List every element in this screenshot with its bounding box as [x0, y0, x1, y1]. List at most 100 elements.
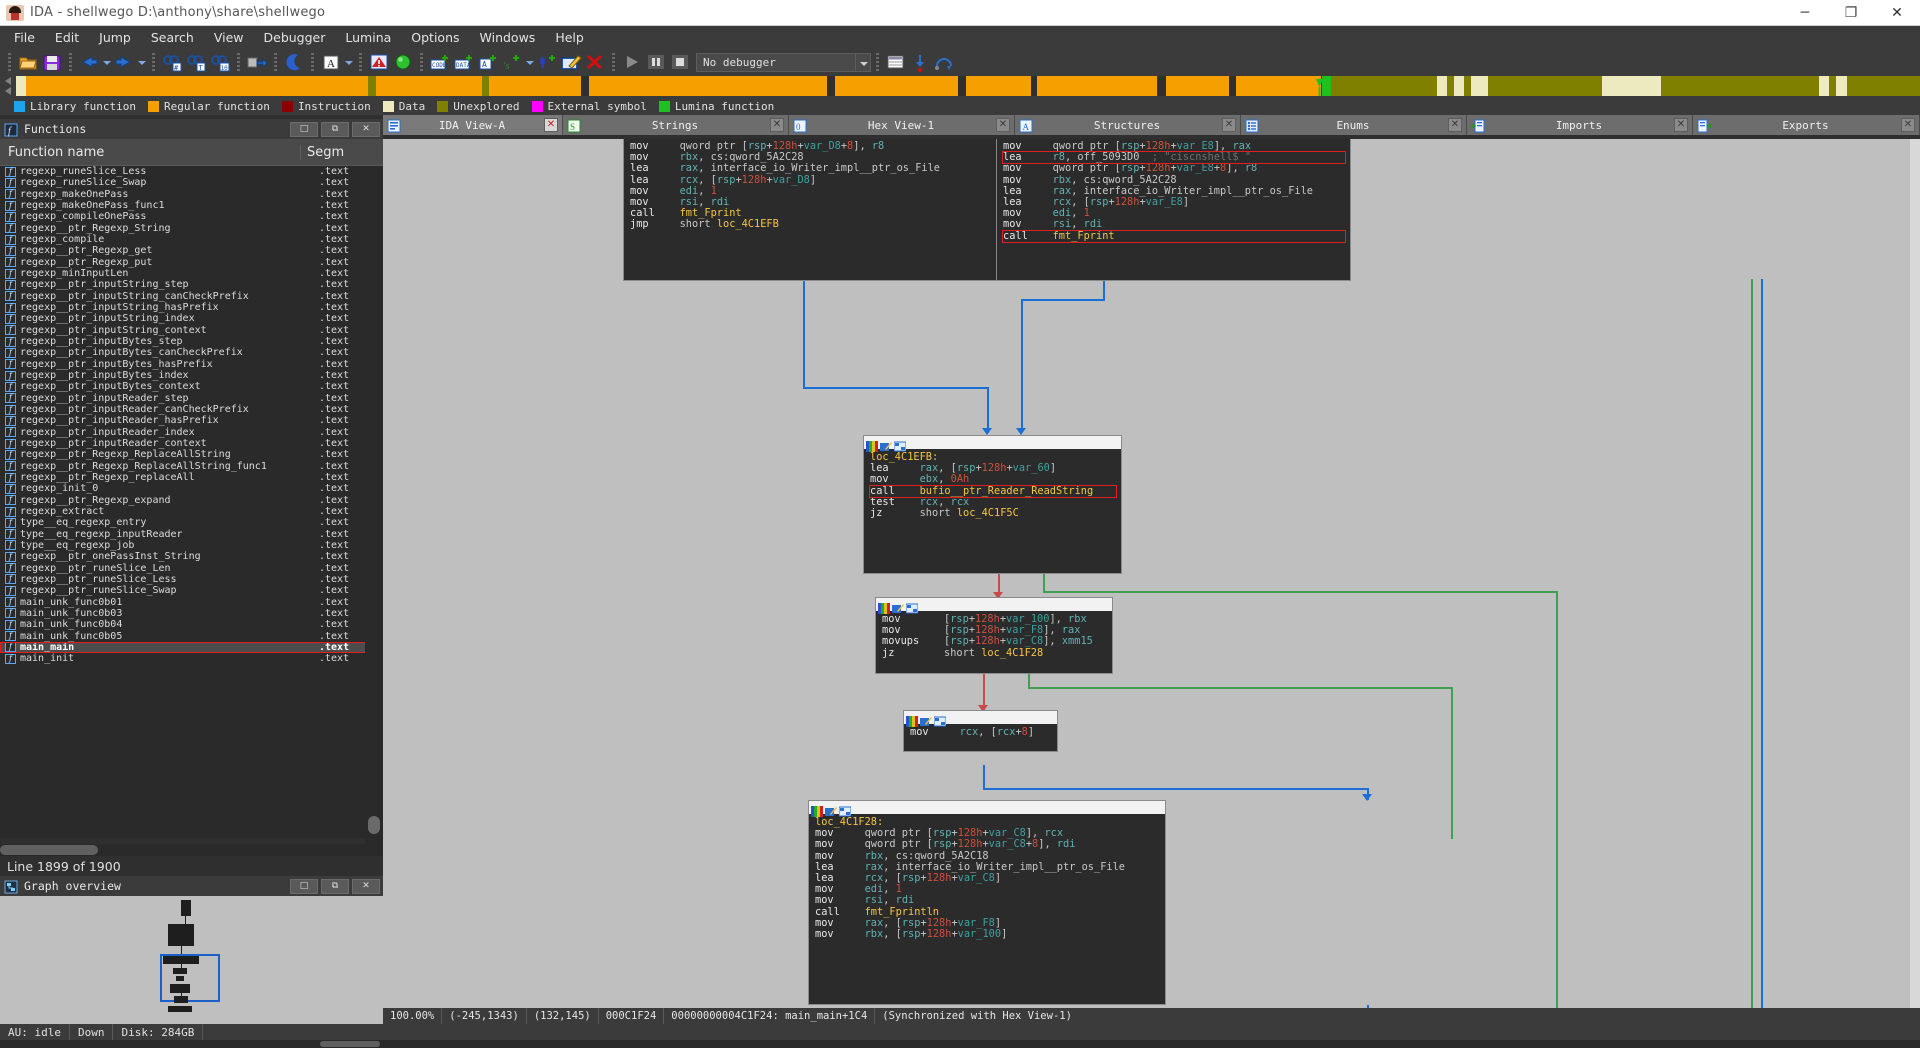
function-list-row[interactable]: f main_unk_func0b03 .text [0, 608, 383, 619]
group-nodes-icon[interactable] [838, 802, 852, 817]
navigator-band[interactable] [0, 75, 1920, 97]
menu-item-windows[interactable]: Windows [470, 27, 546, 48]
function-list-row[interactable]: f regexp__ptr_inputString_step .text [0, 279, 383, 290]
tab-strings[interactable]: S Strings ✕ [563, 115, 789, 135]
search-hex-icon[interactable]: # [161, 52, 183, 72]
color-palette-icon[interactable] [811, 802, 823, 817]
back-arrow-icon[interactable] [78, 52, 100, 72]
graph-overview-canvas[interactable] [0, 896, 383, 1024]
function-list-row[interactable]: f regexp__ptr_inputBytes_hasPrefix .text [0, 359, 383, 370]
menu-item-options[interactable]: Options [401, 27, 469, 48]
tab-exports[interactable]: Exports ✕ [1693, 115, 1920, 135]
menu-item-edit[interactable]: Edit [45, 27, 89, 48]
group-nodes-icon[interactable] [933, 712, 947, 727]
graph-block-titlebar[interactable] [809, 801, 1165, 817]
menu-item-lumina[interactable]: Lumina [335, 27, 401, 48]
run-icon[interactable] [621, 52, 643, 72]
function-list-row[interactable]: f regexp_runeSlice_Less .text [0, 166, 383, 177]
color-palette-icon[interactable] [906, 712, 918, 727]
save-icon[interactable] [41, 52, 63, 72]
delete-icon[interactable] [584, 52, 606, 72]
tab-hex-view-1[interactable]: 0 Hex View-1 ✕ [789, 115, 1015, 135]
function-list-row[interactable]: f regexp__ptr_inputReader_index .text [0, 427, 383, 438]
column-header-segment[interactable]: Segm [300, 144, 365, 160]
function-list-row[interactable]: f regexp__ptr_Regexp_get .text [0, 245, 383, 256]
green-circle-icon[interactable] [392, 52, 414, 72]
function-list-row[interactable]: f regexp_init_0 .text [0, 483, 383, 494]
rename-icon[interactable] [920, 712, 932, 726]
color-palette-icon[interactable] [866, 437, 878, 452]
graph-block-titlebar[interactable] [864, 436, 1121, 452]
function-list-row[interactable]: f regexp__ptr_inputString_hasPrefix .text [0, 302, 383, 313]
function-list-row[interactable]: f regexp__ptr_runeSlice_Len .text [0, 562, 383, 574]
plugin-icon[interactable] [536, 52, 558, 72]
function-list-row[interactable]: f regexp__ptr_inputReader_canCheckPrefix.… [0, 404, 383, 415]
functions-close-button[interactable]: ✕ [352, 121, 380, 137]
navigator-left-arrow-icon[interactable] [2, 76, 16, 96]
menu-item-file[interactable]: File [4, 27, 45, 48]
graph-block[interactable]: mov qword ptr [rsp+128h+var_D8+8], r8 mov… [623, 139, 1013, 281]
functions-minimize-button[interactable]: □ [290, 121, 318, 137]
bottom-scroll-thumb[interactable] [320, 1041, 380, 1047]
tab-close-icon[interactable]: ✕ [544, 118, 558, 132]
graph-view-canvas[interactable]: mov qword ptr [rsp+128h+var_D8+8], r8 mov… [383, 139, 1920, 1024]
disassembly-line[interactable]: call fmt_Fprint [1002, 229, 1346, 243]
tab-close-icon[interactable]: ✕ [1448, 118, 1462, 132]
function-list-row[interactable]: f main_init .text [0, 653, 383, 664]
function-list-row[interactable]: f regexp__ptr_inputReader_context .text [0, 438, 383, 449]
disassembly-line[interactable]: mov rcx, [rcx+8] [910, 726, 1052, 738]
graph-vertical-scrollbar[interactable] [1910, 139, 1920, 1024]
back-dropdown-icon[interactable] [101, 52, 112, 72]
functions-vscroll-thumb[interactable] [368, 816, 380, 834]
tab-enums[interactable]: Enums ✕ [1241, 115, 1467, 135]
disassembly-line[interactable]: mov rbx, [rsp+128h+var_100] [815, 928, 1160, 940]
functions-list[interactable]: f regexp_runeSlice_Less .text f regexp_runeS… [0, 166, 383, 838]
column-header-function-name[interactable]: Function name [0, 145, 300, 160]
make-code-icon[interactable]: CODE [429, 52, 451, 72]
make-data-icon[interactable]: DATA [453, 52, 475, 72]
function-list-row[interactable]: f type__eq_regexp_entry .text [0, 517, 383, 528]
disassembly-line[interactable]: jz short loc_4C1F5C [870, 507, 1116, 519]
function-list-row[interactable]: f regexp__ptr_inputBytes_index .text [0, 370, 383, 381]
make-ascii-icon[interactable]: A [477, 52, 499, 72]
stop-icon[interactable] [669, 52, 691, 72]
rename-icon[interactable] [892, 599, 904, 613]
bottom-horizontal-scrollbar[interactable] [0, 1040, 1920, 1048]
functions-restore-button[interactable]: ⧉ [321, 121, 349, 137]
functions-vertical-scrollbar[interactable] [365, 166, 383, 856]
breakpoint-list-icon[interactable] [885, 52, 907, 72]
graph-overview-restore-button[interactable]: ⧉ [321, 878, 349, 894]
minimize-button[interactable]: ─ [1782, 0, 1828, 25]
functions-horizontal-scrollbar[interactable] [0, 844, 365, 856]
rename-icon[interactable] [825, 802, 837, 816]
search-binary-icon[interactable]: 101 [209, 52, 231, 72]
pause-icon[interactable] [645, 52, 667, 72]
tab-ida-view-a[interactable]: IDA View-A ✕ [383, 115, 563, 135]
open-file-icon[interactable] [17, 52, 39, 72]
make-struct-icon[interactable]: 's [501, 52, 523, 72]
function-list-row[interactable]: f regexp__ptr_Regexp_expand .text [0, 495, 383, 506]
disassembly-line[interactable]: jmp short loc_4C1EFB [630, 219, 1007, 230]
color-palette-icon[interactable] [878, 599, 890, 614]
step-over-icon[interactable] [933, 52, 955, 72]
function-list-row[interactable]: f regexp_extract .text [0, 506, 383, 517]
function-list-row[interactable]: f regexp__ptr_inputString_context .text [0, 325, 383, 336]
function-list-row[interactable]: f regexp__ptr_Regexp_put .text [0, 257, 383, 268]
function-list-row[interactable]: f regexp__ptr_runeSlice_Swap .text [0, 585, 383, 596]
function-list-row[interactable]: f regexp__ptr_Regexp_String .text [0, 223, 383, 234]
tab-structures[interactable]: A Structures ✕ [1015, 115, 1241, 135]
function-list-row[interactable]: f regexp__ptr_Regexp_ReplaceAllString .tex… [0, 449, 383, 460]
function-list-row[interactable]: f regexp__ptr_inputReader_hasPrefix .text [0, 415, 383, 426]
menu-item-view[interactable]: View [204, 27, 254, 48]
debugger-select-arrow-icon[interactable] [856, 52, 871, 72]
function-list-row[interactable]: f regexp__ptr_inputString_index .text [0, 313, 383, 324]
forward-dropdown-icon[interactable] [136, 52, 147, 72]
jump-icon[interactable] [246, 52, 268, 72]
function-list-row[interactable]: f regexp_runeSlice_Swap .text [0, 177, 383, 188]
menu-item-search[interactable]: Search [141, 27, 204, 48]
graph-overview-minimize-button[interactable]: □ [290, 878, 318, 894]
function-list-row[interactable]: f regexp__ptr_inputBytes_step .text [0, 336, 383, 347]
functions-hscroll-thumb[interactable] [0, 845, 98, 855]
step-into-icon[interactable] [909, 52, 931, 72]
graph-block[interactable]: mov qword ptr [rsp+128h+var_E8], rax lea … [996, 139, 1351, 281]
